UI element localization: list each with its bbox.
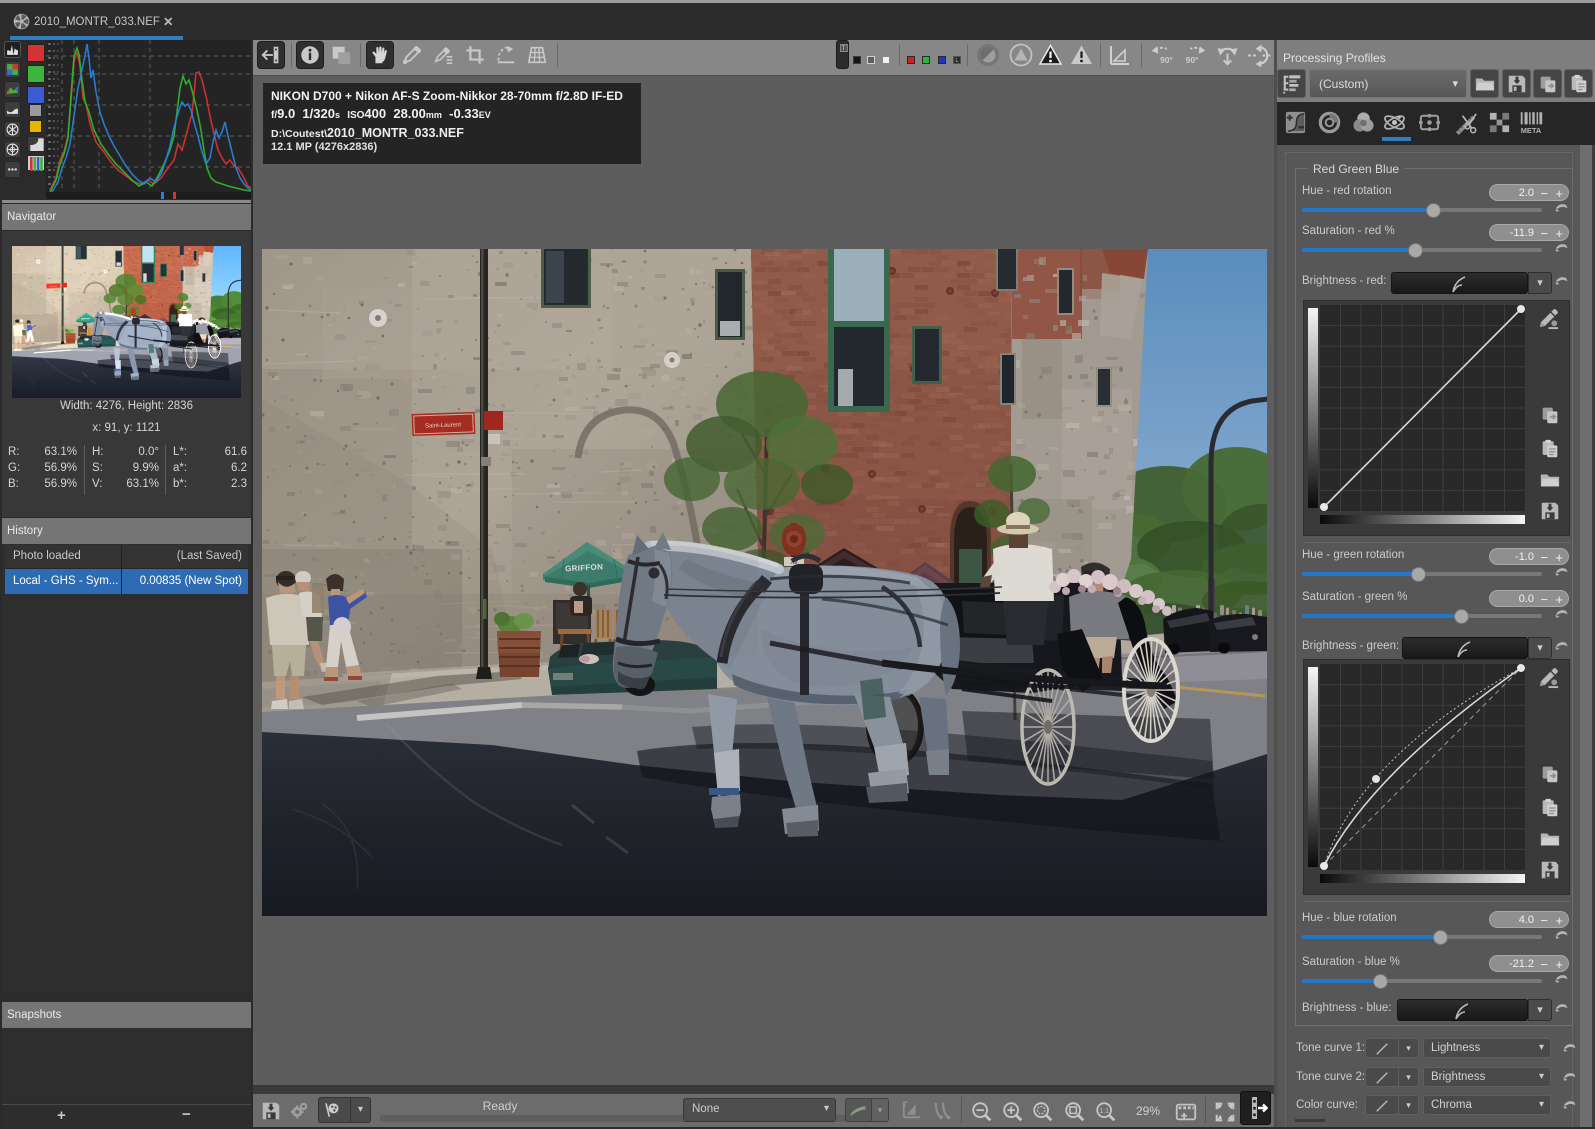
svg-text:META: META xyxy=(1521,126,1542,135)
svg-text:90°: 90° xyxy=(1160,55,1173,65)
svg-text:90°: 90° xyxy=(1186,55,1199,65)
svg-text:1:1: 1:1 xyxy=(1099,1108,1109,1115)
